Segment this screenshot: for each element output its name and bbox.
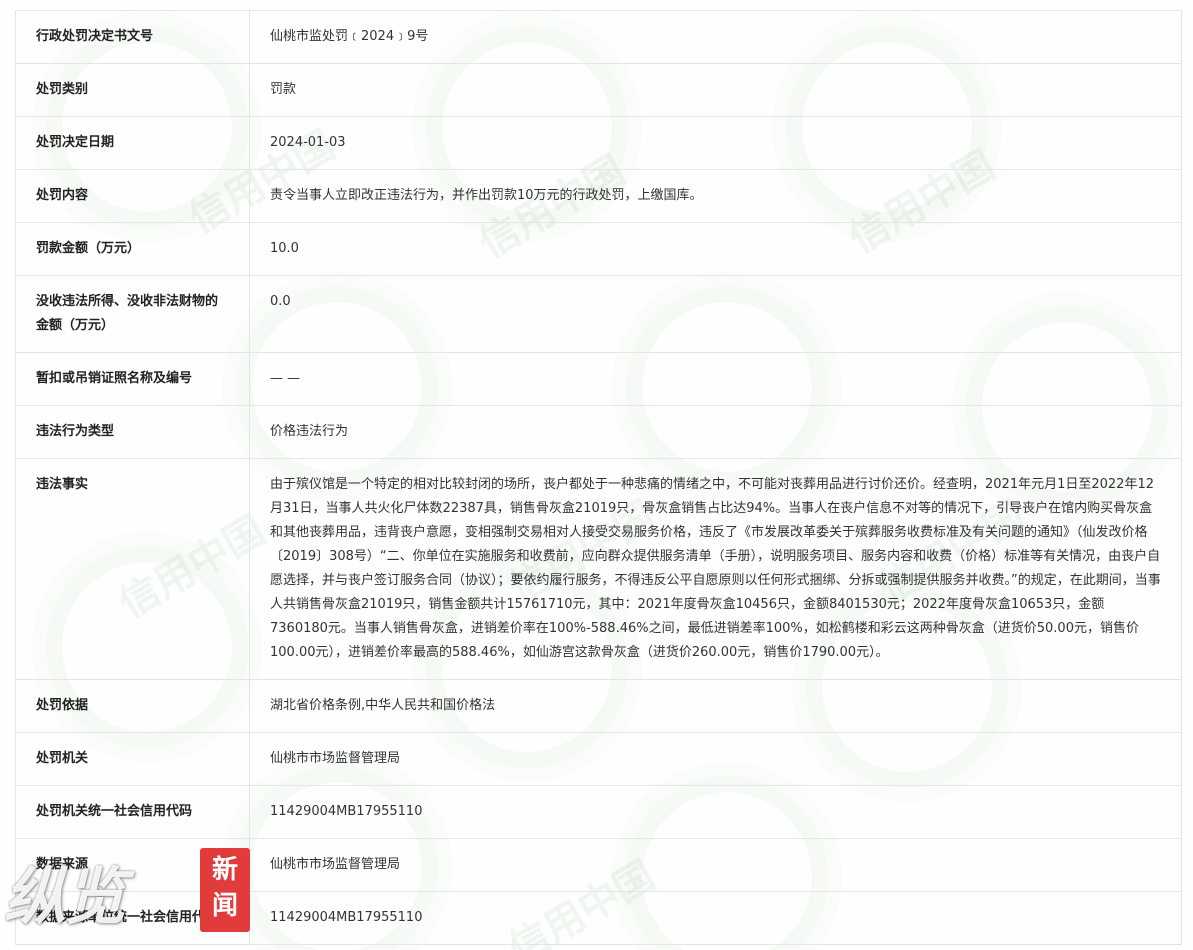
table-row: 没收违法所得、没收非法财物的金额（万元） 0.0 [15, 275, 1182, 353]
row-value: 仙桃市监处罚﹝2024﹞9号 [249, 10, 1182, 64]
row-label: 处罚机关 [15, 732, 250, 786]
row-label: 行政处罚决定书文号 [15, 10, 250, 64]
table-row: 处罚类别 罚款 [15, 63, 1182, 117]
row-value: — — [249, 352, 1182, 406]
row-value: 仙桃市市场监督管理局 [249, 732, 1182, 786]
row-value: 罚款 [249, 63, 1182, 117]
row-value: 11429004MB17955110 [249, 785, 1182, 839]
row-value: 2024-01-03 [249, 116, 1182, 170]
row-value: 由于殡仪馆是一个特定的相对比较封闭的场所，丧户都处于一种悲痛的情绪之中，不可能对… [249, 458, 1182, 680]
logo-badge: 新 闻 [200, 848, 250, 932]
row-value: 湖北省价格条例,中华人民共和国价格法 [249, 679, 1182, 733]
penalty-info-table: 行政处罚决定书文号 仙桃市监处罚﹝2024﹞9号 处罚类别 罚款 处罚决定日期 … [15, 10, 1182, 945]
row-label: 处罚决定日期 [15, 116, 250, 170]
row-value: 责令当事人立即改正违法行为，并作出罚款10万元的行政处罚，上缴国库。 [249, 169, 1182, 223]
table-row: 处罚机关 仙桃市市场监督管理局 [15, 732, 1182, 786]
row-value: 0.0 [249, 275, 1182, 353]
row-label: 暂扣或吊销证照名称及编号 [15, 352, 250, 406]
table-row: 处罚决定日期 2024-01-03 [15, 116, 1182, 170]
row-label: 罚款金额（万元） [15, 222, 250, 276]
row-value: 11429004MB17955110 [249, 891, 1182, 945]
table-row: 处罚依据 湖北省价格条例,中华人民共和国价格法 [15, 679, 1182, 733]
row-label: 处罚类别 [15, 63, 250, 117]
row-label: 违法事实 [15, 458, 250, 680]
row-label: 处罚依据 [15, 679, 250, 733]
row-value: 价格违法行为 [249, 405, 1182, 459]
row-label: 违法行为类型 [15, 405, 250, 459]
logo-badge-top: 新 [211, 855, 238, 885]
logo-text: 纵览 [4, 860, 126, 933]
logo-badge-bottom: 闻 [211, 891, 238, 921]
table-row: 罚款金额（万元） 10.0 [15, 222, 1182, 276]
table-row: 行政处罚决定书文号 仙桃市监处罚﹝2024﹞9号 [15, 10, 1182, 64]
row-label: 没收违法所得、没收非法财物的金额（万元） [15, 275, 250, 353]
row-label: 处罚内容 [15, 169, 250, 223]
table-row: 违法行为类型 价格违法行为 [15, 405, 1182, 459]
table-row: 处罚内容 责令当事人立即改正违法行为，并作出罚款10万元的行政处罚，上缴国库。 [15, 169, 1182, 223]
page: 信用中国 信用中国 信用中国 信用中国 信用中国 信用中国 信用中国 行政处罚决… [0, 0, 1193, 950]
row-label: 处罚机关统一社会信用代码 [15, 785, 250, 839]
table-row: 违法事实 由于殡仪馆是一个特定的相对比较封闭的场所，丧户都处于一种悲痛的情绪之中… [15, 458, 1182, 680]
table-row: 暂扣或吊销证照名称及编号 — — [15, 352, 1182, 406]
table-row: 处罚机关统一社会信用代码 11429004MB17955110 [15, 785, 1182, 839]
row-value: 10.0 [249, 222, 1182, 276]
news-logo: 纵览 新 闻 [0, 840, 260, 950]
row-value: 仙桃市市场监督管理局 [249, 838, 1182, 892]
